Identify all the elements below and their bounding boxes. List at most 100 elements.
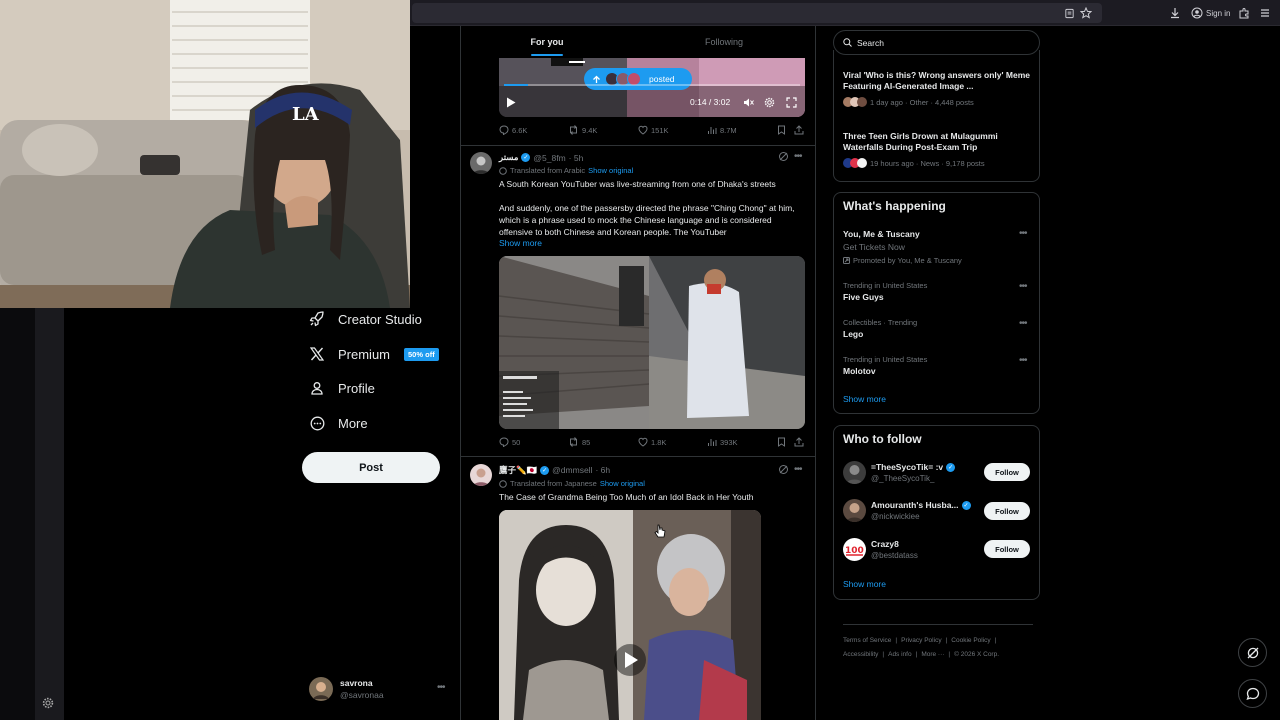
show-more-link[interactable]: Show more	[499, 238, 542, 248]
post-author-name[interactable]: 鷹子✏️🇯🇵	[499, 464, 537, 476]
views-button[interactable]: 8.7M	[707, 125, 737, 135]
show-more-link[interactable]: Show more	[843, 579, 886, 589]
post-time[interactable]: · 6h	[595, 465, 610, 475]
messages-button[interactable]	[1238, 679, 1267, 708]
views-button[interactable]: 393K	[707, 437, 738, 447]
reply-button[interactable]: 6.6K	[499, 125, 527, 135]
grok-button[interactable]	[1238, 638, 1267, 667]
reply-button[interactable]: 50	[499, 437, 520, 447]
trend-meta-row: 1 day ago · Other · 4,448 posts	[843, 97, 974, 107]
tab-for-you[interactable]: For you	[461, 26, 633, 58]
translated-from: Translated from Japanese	[510, 479, 597, 488]
chat-bubble-icon	[1245, 687, 1259, 700]
trend-title[interactable]: Molotov	[843, 366, 876, 377]
trend-title[interactable]: Viral 'Who is this? Wrong answers only' …	[843, 70, 1033, 92]
footer-link[interactable]: Ads info	[888, 651, 912, 658]
bookmark-icon[interactable]	[777, 437, 786, 447]
post-author-name[interactable]: مستر	[499, 152, 518, 163]
trend-meta: Trending in United States	[843, 355, 928, 364]
trend-more-icon[interactable]: •••	[1019, 318, 1027, 329]
post-button[interactable]: Post	[302, 452, 440, 483]
settings-gear-icon[interactable]	[42, 697, 54, 709]
follow-name[interactable]: Crazy8	[871, 539, 899, 549]
post-author-handle[interactable]: @dmmsell	[552, 465, 592, 475]
sign-in-button[interactable]: Sign in	[1191, 0, 1230, 26]
show-more-link[interactable]: Show more	[843, 394, 886, 404]
side-panel-scrollbar[interactable]	[35, 308, 64, 720]
follow-avatar[interactable]: 100	[843, 538, 866, 561]
address-bar[interactable]	[412, 3, 1102, 23]
trend-title[interactable]: Lego	[843, 329, 863, 340]
follow-button[interactable]: Follow	[984, 540, 1030, 558]
follow-name[interactable]: Amouranth's Husba...	[871, 500, 959, 510]
footer-link[interactable]: Terms of Service	[843, 637, 891, 644]
post-more-icon[interactable]: •••	[794, 464, 802, 475]
follow-handle: @nickwickiee	[871, 512, 920, 521]
like-button[interactable]: 1.8K	[638, 437, 666, 447]
post-text: The Case of Grandma Being Too Much of an…	[499, 492, 754, 502]
follow-avatar[interactable]	[843, 499, 866, 522]
repost-button[interactable]: 9.4K	[568, 125, 597, 135]
trend-title[interactable]: You, Me & Tuscany	[843, 229, 920, 240]
account-avatar[interactable]	[309, 677, 333, 701]
reply-count: 50	[512, 437, 521, 447]
reader-view-icon[interactable]	[1064, 0, 1075, 26]
grok-icon[interactable]	[778, 151, 789, 162]
share-icon[interactable]	[794, 125, 804, 135]
trend-meta: 19 hours ago · News · 9,178 posts	[870, 158, 985, 168]
follow-name[interactable]: =TheeSycoTik= :v	[871, 462, 943, 472]
post-media-video[interactable]	[499, 256, 805, 429]
trend-title[interactable]: Five Guys	[843, 292, 884, 303]
video-settings-icon[interactable]	[764, 97, 775, 108]
tab-following[interactable]: Following	[633, 26, 815, 58]
download-icon[interactable]	[1169, 0, 1181, 26]
footer-separator: |	[915, 651, 918, 658]
footer-link[interactable]: More ···	[921, 651, 944, 658]
grok-icon[interactable]	[778, 464, 789, 475]
volume-icon[interactable]	[743, 97, 754, 108]
extensions-icon[interactable]	[1238, 0, 1250, 26]
fullscreen-icon[interactable]	[786, 97, 797, 108]
bookmark-icon[interactable]	[777, 125, 786, 135]
translation-note: Translated from Japanese Show original	[499, 479, 645, 488]
video-progress-track[interactable]	[504, 84, 800, 86]
play-icon[interactable]	[506, 97, 516, 108]
bookmark-star-icon[interactable]	[1080, 0, 1092, 26]
show-original-link[interactable]: Show original	[600, 479, 645, 488]
follow-avatar[interactable]	[843, 461, 866, 484]
footer-link[interactable]: Cookie Policy	[951, 637, 990, 644]
view-count: 393K	[720, 437, 738, 447]
post-time[interactable]: · 5h	[569, 153, 584, 163]
repost-button[interactable]: 85	[568, 437, 590, 447]
footer-link[interactable]: Accessibility	[843, 651, 878, 658]
account-menu-icon[interactable]: •••	[437, 682, 445, 693]
nav-premium[interactable]: Premium 50% off	[308, 339, 439, 369]
follow-handle: @_TheeSycoTik_	[871, 474, 935, 483]
nav-label: Profile	[338, 380, 375, 396]
post-avatar[interactable]	[470, 152, 492, 174]
follow-button[interactable]: Follow	[984, 502, 1030, 520]
post-media-video[interactable]	[499, 510, 761, 720]
trend-more-icon[interactable]: •••	[1019, 355, 1027, 366]
nav-label: More	[338, 415, 368, 431]
follow-button[interactable]: Follow	[984, 463, 1030, 481]
trend-more-icon[interactable]: •••	[1019, 281, 1027, 292]
like-button[interactable]: 151K	[638, 125, 669, 135]
post-more-icon[interactable]: •••	[794, 151, 802, 162]
new-posts-pill[interactable]: posted	[584, 68, 692, 90]
repost-icon	[570, 437, 577, 447]
trend-title[interactable]: Three Teen Girls Drown at Mulagummi Wate…	[843, 131, 1033, 153]
post-author-handle[interactable]: @5_8fm	[533, 153, 565, 163]
trend-more-icon[interactable]: •••	[1019, 228, 1027, 239]
translate-icon	[499, 166, 507, 175]
nav-more[interactable]: More	[308, 408, 368, 438]
verified-badge-icon: ✓	[946, 462, 956, 472]
nav-profile[interactable]: Profile	[308, 373, 375, 403]
footer-separator: |	[945, 637, 948, 644]
menu-icon[interactable]	[1259, 0, 1271, 26]
nav-creator-studio[interactable]: Creator Studio	[308, 304, 422, 334]
share-icon[interactable]	[794, 437, 804, 447]
footer-link[interactable]: Privacy Policy	[901, 637, 941, 644]
post-avatar[interactable]	[470, 464, 492, 486]
show-original-link[interactable]: Show original	[588, 166, 633, 175]
